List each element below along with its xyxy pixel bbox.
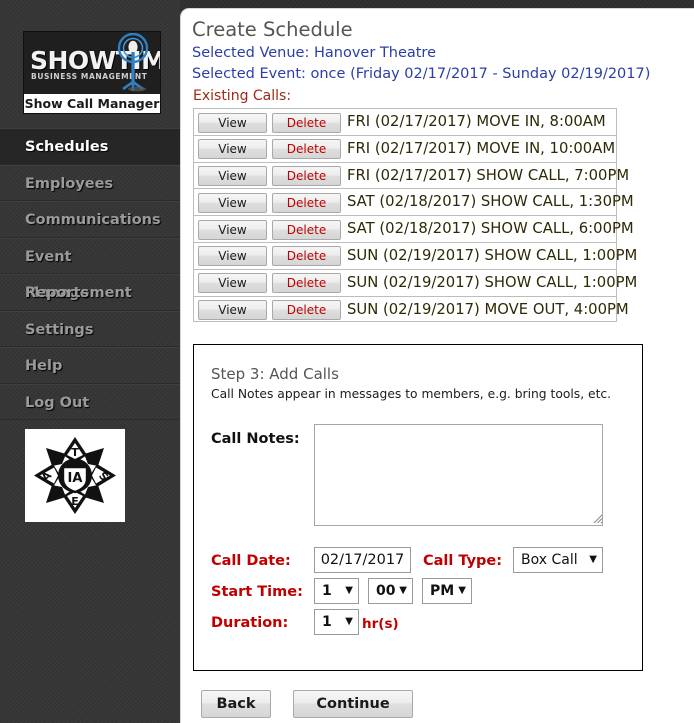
view-button[interactable]: View xyxy=(198,273,267,294)
microphone-icon xyxy=(117,33,149,92)
sidebar-item-label: Settings xyxy=(25,321,94,338)
chevron-down-icon: ▼ xyxy=(345,585,353,596)
existing-calls-list: View Delete FRI (02/17/2017) MOVE IN, 8:… xyxy=(193,108,637,323)
sidebar-item-label: Schedules xyxy=(25,139,109,155)
table-row: View Delete FRI (02/17/2017) SHOW CALL, … xyxy=(193,161,629,189)
sidebar-item-label: Communications xyxy=(25,212,161,228)
selected-event-text: Selected Event: once (Friday 02/17/2017 … xyxy=(192,66,651,82)
sidebar-item-reports[interactable]: Reports xyxy=(0,274,180,311)
duration-value: 1 xyxy=(322,614,332,630)
existing-calls-label: Existing Calls: xyxy=(193,88,292,104)
table-row: View Delete SUN (02/19/2017) MOVE OUT, 4… xyxy=(193,295,629,323)
sidebar-item-schedules[interactable]: Schedules xyxy=(0,128,180,165)
start-hour-value: 1 xyxy=(322,583,332,599)
chevron-down-icon: ▼ xyxy=(589,554,597,565)
start-minute-select[interactable]: 00 ▼ xyxy=(368,578,413,604)
main-content: Create Schedule Selected Venue: Hanover … xyxy=(180,8,694,723)
step-hint: Call Notes appear in messages to members… xyxy=(211,387,612,401)
call-date-label: Call Date: xyxy=(211,553,291,569)
page-title: Create Schedule xyxy=(192,18,353,41)
chevron-down-icon: ▼ xyxy=(458,585,466,596)
call-text: SUN (02/19/2017) MOVE OUT, 4:00PM xyxy=(347,300,629,318)
duration-label: Duration: xyxy=(211,615,289,631)
chevron-down-icon: ▼ xyxy=(399,585,407,596)
duration-select[interactable]: 1 ▼ xyxy=(314,609,359,635)
sidebar-item-label: Log Out xyxy=(25,394,90,411)
delete-button[interactable]: Delete xyxy=(272,112,341,133)
step-3-panel: Step 3: Add Calls Call Notes appear in m… xyxy=(193,344,643,671)
start-time-label: Start Time: xyxy=(211,584,303,600)
table-row: View Delete SAT (02/18/2017) SHOW CALL, … xyxy=(193,188,634,216)
delete-button[interactable]: Delete xyxy=(272,300,341,321)
call-type-select[interactable]: Box Call ▼ xyxy=(513,547,603,573)
table-row: View Delete FRI (02/17/2017) MOVE IN, 8:… xyxy=(193,108,617,135)
call-notes-input[interactable] xyxy=(314,424,603,526)
view-button[interactable]: View xyxy=(198,246,267,267)
call-text: SAT (02/18/2017) SHOW CALL, 6:00PM xyxy=(347,220,634,238)
delete-button[interactable]: Delete xyxy=(272,192,341,213)
call-type-label: Call Type: xyxy=(423,553,503,569)
view-button[interactable]: View xyxy=(198,139,267,160)
delete-button[interactable]: Delete xyxy=(272,273,341,294)
sidebar-item-label: Reports xyxy=(25,285,90,301)
sidebar-item-settings[interactable]: Settings xyxy=(0,310,180,347)
start-ampm-select[interactable]: PM ▼ xyxy=(422,578,472,604)
table-row: View Delete FRI (02/17/2017) MOVE IN, 10… xyxy=(193,134,617,162)
delete-button[interactable]: Delete xyxy=(272,219,341,240)
sidebar-item-label: Employees xyxy=(25,175,114,192)
view-button[interactable]: View xyxy=(198,166,267,187)
union-logo: T E A S I IA xyxy=(25,429,125,522)
call-text: SUN (02/19/2017) SHOW CALL, 1:00PM xyxy=(347,273,638,291)
sidebar-item-help[interactable]: Help xyxy=(0,347,180,384)
table-row: View Delete SUN (02/19/2017) SHOW CALL, … xyxy=(193,241,637,269)
brand-logo: SHOWTIME BUSINESS MANAGEMENT Show Call M… xyxy=(23,31,161,114)
table-row: View Delete SAT (02/18/2017) SHOW CALL, … xyxy=(193,215,634,242)
call-type-value: Box Call xyxy=(521,552,578,568)
app-root: SHOWTIME BUSINESS MANAGEMENT Show Call M… xyxy=(0,0,694,723)
call-text: SAT (02/18/2017) SHOW CALL, 1:30PM xyxy=(347,193,634,211)
sidebar-item-employees[interactable]: Employees xyxy=(0,164,180,201)
call-text: FRI (02/17/2017) MOVE IN, 8:00AM xyxy=(347,113,606,130)
start-hour-select[interactable]: 1 ▼ xyxy=(314,578,359,604)
view-button[interactable]: View xyxy=(198,300,267,321)
sidebar: SHOWTIME BUSINESS MANAGEMENT Show Call M… xyxy=(0,0,180,723)
back-button[interactable]: Back xyxy=(201,690,271,718)
start-minute-value: 00 xyxy=(376,583,396,599)
duration-unit-label: hr(s) xyxy=(362,616,399,632)
view-button[interactable]: View xyxy=(198,112,267,133)
view-button[interactable]: View xyxy=(198,219,267,240)
svg-text:T: T xyxy=(71,446,79,459)
call-date-input[interactable] xyxy=(314,547,411,573)
call-text: FRI (02/17/2017) MOVE IN, 10:00AM xyxy=(347,139,616,157)
sidebar-item-log-out[interactable]: Log Out xyxy=(0,383,180,420)
sidebar-nav: Schedules Employees Communications Event… xyxy=(0,128,180,420)
call-text: SUN (02/19/2017) SHOW CALL, 1:00PM xyxy=(347,246,638,264)
selected-venue-text: Selected Venue: Hanover Theatre xyxy=(192,45,437,61)
delete-button[interactable]: Delete xyxy=(272,139,341,160)
brand-logo-caption: Show Call Manager xyxy=(24,94,160,113)
svg-text:IA: IA xyxy=(68,471,83,486)
continue-button[interactable]: Continue xyxy=(293,690,413,718)
start-ampm-value: PM xyxy=(430,583,455,599)
view-button[interactable]: View xyxy=(198,192,267,213)
delete-button[interactable]: Delete xyxy=(272,246,341,267)
sidebar-item-event-management[interactable]: Event Management xyxy=(0,237,180,301)
iatse-maltese-cross-icon: T E A S I IA xyxy=(27,431,123,520)
table-row: View Delete SUN (02/19/2017) SHOW CALL, … xyxy=(193,268,637,296)
svg-text:E: E xyxy=(71,495,79,508)
call-text: FRI (02/17/2017) SHOW CALL, 7:00PM xyxy=(347,166,630,184)
brand-logo-graphic: SHOWTIME BUSINESS MANAGEMENT xyxy=(24,32,160,94)
sidebar-item-label: Help xyxy=(25,358,63,374)
chevron-down-icon: ▼ xyxy=(345,616,353,627)
step-title: Step 3: Add Calls xyxy=(211,365,339,383)
sidebar-item-communications[interactable]: Communications xyxy=(0,201,180,238)
delete-button[interactable]: Delete xyxy=(272,166,341,187)
call-notes-label: Call Notes: xyxy=(211,431,300,447)
